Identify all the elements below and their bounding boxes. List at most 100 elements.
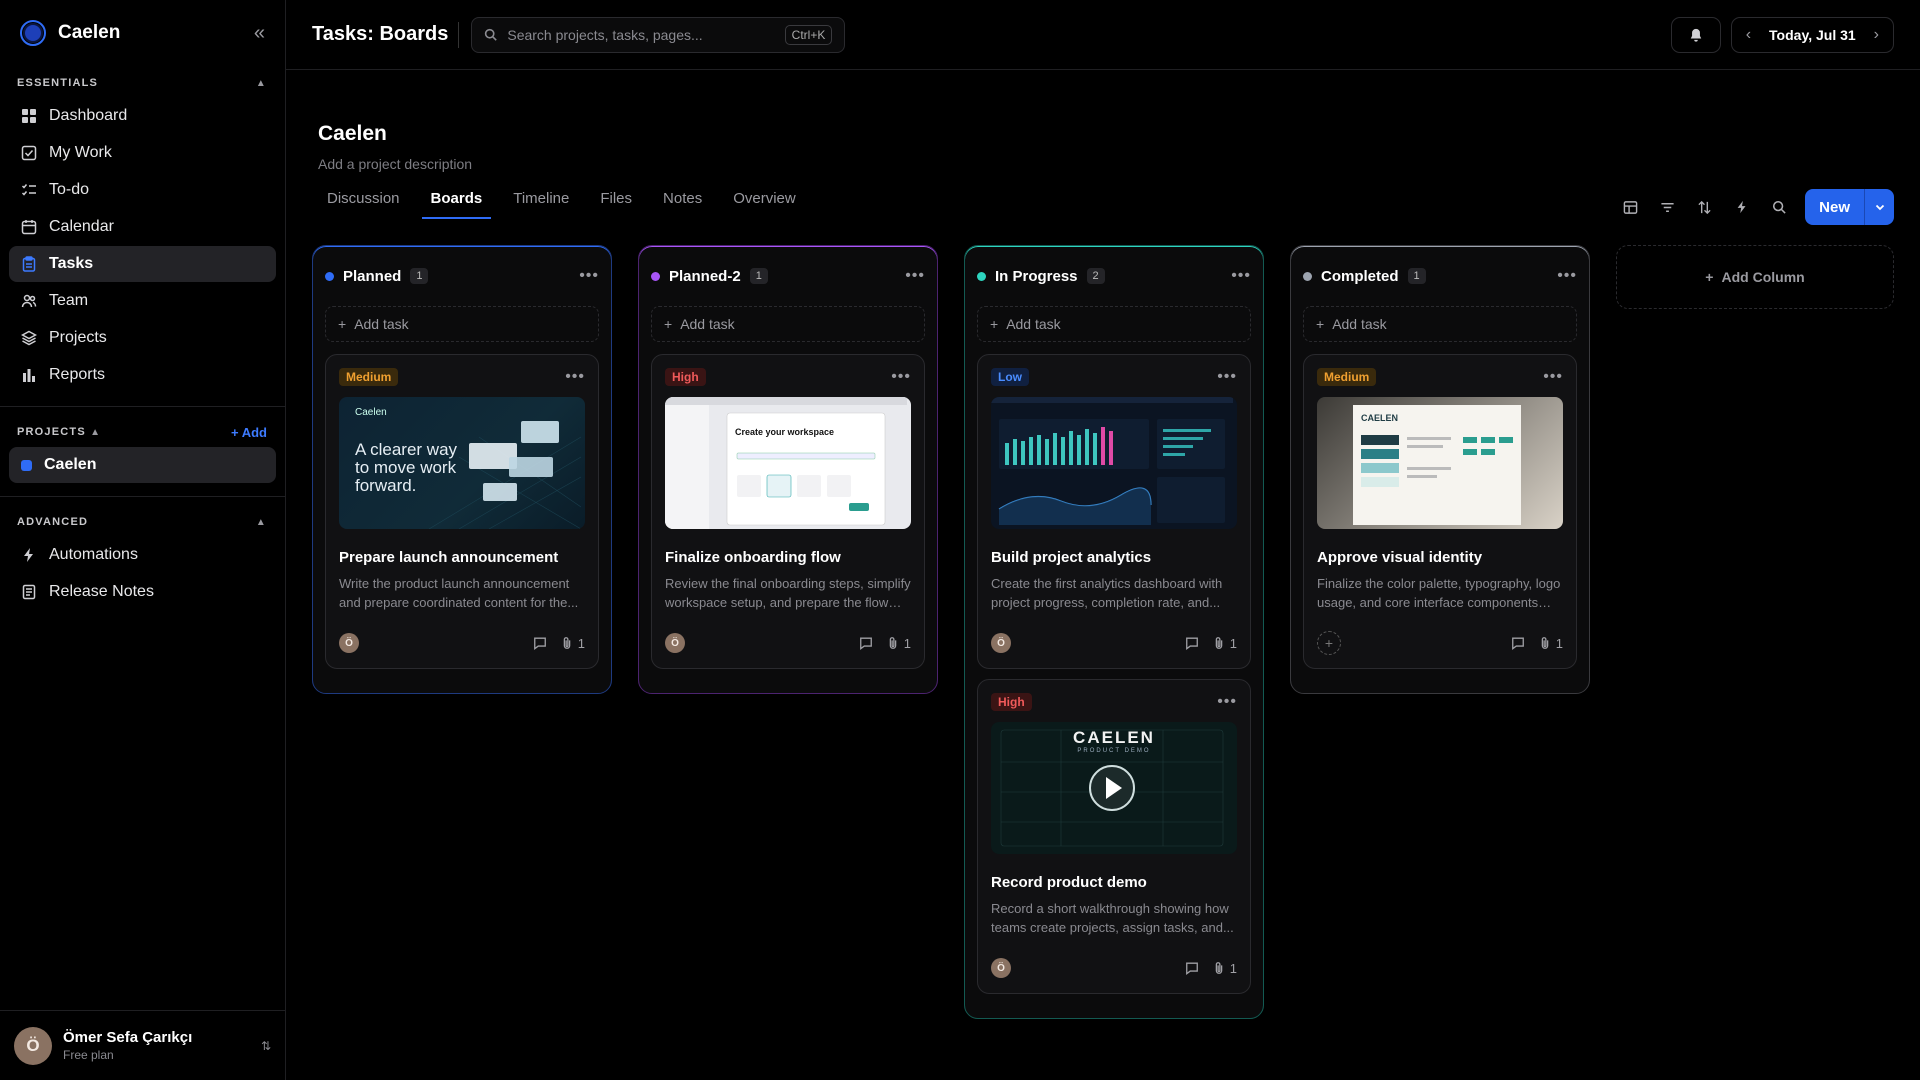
board-search-button[interactable] <box>1760 189 1797 225</box>
sort-icon <box>1698 200 1711 214</box>
automation-button[interactable] <box>1723 189 1760 225</box>
calendar-icon <box>21 220 37 235</box>
column-header: Planned-2 1 ••• <box>651 246 925 306</box>
essentials-section-header[interactable]: ESSENTIALS ▲ <box>0 72 285 94</box>
user-info: Ömer Sefa Çarıkçı Free plan <box>63 1029 192 1062</box>
sidebar-item-tasks[interactable]: Tasks <box>9 246 276 282</box>
attachments[interactable]: 1 <box>561 636 585 651</box>
sidebar-item-label: Calendar <box>49 218 114 235</box>
task-card[interactable]: High ••• CAELEN PRODUCT DEMO Record prod… <box>977 679 1251 994</box>
tab-notes[interactable]: Notes <box>654 190 711 219</box>
comment-icon[interactable] <box>533 636 547 650</box>
project-color-dot <box>21 459 32 471</box>
comment-icon[interactable] <box>1185 636 1199 650</box>
layout-button[interactable] <box>1612 189 1649 225</box>
comment-icon[interactable] <box>1511 636 1525 650</box>
attachments[interactable]: 1 <box>887 636 911 651</box>
more-options-icon[interactable]: ••• <box>565 368 585 386</box>
task-card[interactable]: Medium ••• Caelen A clearer way to move … <box>325 354 599 669</box>
task-card[interactable]: Medium ••• CAELEN Approve visual identit… <box>1303 354 1577 669</box>
kanban-board: Planned 1 ••• + Add task Medium ••• Caele… <box>312 245 1894 1019</box>
sidebar-item-my-work[interactable]: My Work <box>9 135 276 171</box>
chevron-up-icon[interactable]: ▲ <box>256 78 267 89</box>
sidebar-item-label: Reports <box>49 366 106 383</box>
new-button[interactable]: New <box>1805 189 1864 225</box>
sidebar-item-project-caelen[interactable]: Caelen <box>9 447 276 483</box>
avatar[interactable]: Ö <box>991 958 1011 978</box>
sidebar-item-label: Dashboard <box>49 107 128 124</box>
add-task-button[interactable]: + Add task <box>325 306 599 342</box>
avatar[interactable]: Ö <box>665 633 685 653</box>
tab-files[interactable]: Files <box>591 190 641 219</box>
priority-badge: High <box>665 368 706 386</box>
attachments[interactable]: 1 <box>1539 636 1563 651</box>
sidebar-item-label: Caelen <box>44 456 97 473</box>
card-meta: 1 <box>1185 636 1237 651</box>
sidebar-item-team[interactable]: Team <box>9 283 276 319</box>
sidebar-item-reports[interactable]: Reports <box>9 357 276 393</box>
sidebar-item-dashboard[interactable]: Dashboard <box>9 98 276 134</box>
search-icon <box>1772 200 1786 214</box>
column-header: Completed 1 ••• <box>1303 246 1577 306</box>
more-options-icon[interactable]: ••• <box>891 368 911 386</box>
card-footer: + 1 <box>1317 631 1563 655</box>
more-options-icon[interactable]: ••• <box>1217 368 1237 386</box>
more-options-icon[interactable]: ••• <box>905 267 925 285</box>
assign-user-button[interactable]: + <box>1317 631 1341 655</box>
add-project-button[interactable]: + Add <box>231 425 267 440</box>
more-options-icon[interactable]: ••• <box>579 267 599 285</box>
chevron-right-icon[interactable]: › <box>1874 26 1879 44</box>
chevron-up-icon[interactable]: ▲ <box>256 517 267 528</box>
chevron-up-icon[interactable]: ▲ <box>90 427 101 438</box>
tab-overview[interactable]: Overview <box>724 190 805 219</box>
avatar[interactable]: Ö <box>339 633 359 653</box>
status-dot <box>977 271 986 281</box>
chevron-down-icon <box>1875 204 1884 211</box>
comment-icon[interactable] <box>859 636 873 650</box>
paperclip-icon <box>889 637 897 649</box>
search-input[interactable] <box>507 26 775 43</box>
current-date[interactable]: Today, Jul 31 <box>1769 27 1856 43</box>
paperclip-icon <box>1541 637 1549 649</box>
user-profile[interactable]: Ö Ömer Sefa Çarıkçı Free plan ⇅ <box>0 1010 285 1080</box>
add-column-button[interactable]: + Add Column <box>1616 245 1894 309</box>
sidebar-item-to-do[interactable]: To-do <box>9 172 276 208</box>
column-header: Planned 1 ••• <box>325 246 599 306</box>
chevron-up-down-icon[interactable]: ⇅ <box>261 1039 271 1053</box>
column-count: 1 <box>749 268 768 284</box>
avatar[interactable]: Ö <box>991 633 1011 653</box>
sidebar-item-calendar[interactable]: Calendar <box>9 209 276 245</box>
task-card[interactable]: Low ••• Build project analytics Create t… <box>977 354 1251 669</box>
add-task-button[interactable]: + Add task <box>651 306 925 342</box>
task-card[interactable]: High ••• Create your workspace Finalize … <box>651 354 925 669</box>
add-task-button[interactable]: + Add task <box>977 306 1251 342</box>
attachments[interactable]: 1 <box>1213 961 1237 976</box>
more-options-icon[interactable]: ••• <box>1217 693 1237 711</box>
add-task-label: Add task <box>1006 316 1061 332</box>
add-task-button[interactable]: + Add task <box>1303 306 1577 342</box>
search-box[interactable]: Ctrl+K <box>471 16 846 53</box>
more-options-icon[interactable]: ••• <box>1231 267 1251 285</box>
bolt-icon <box>24 548 33 562</box>
projects-section-header: PROJECTS ▲ + Add <box>0 421 285 443</box>
attachment-count: 1 <box>577 635 585 651</box>
advanced-section-header[interactable]: ADVANCED ▲ <box>0 511 285 533</box>
collapse-sidebar-icon[interactable]: « <box>254 22 265 45</box>
notifications-button[interactable] <box>1670 16 1721 53</box>
chevron-left-icon[interactable]: ‹ <box>1746 26 1751 44</box>
sort-button[interactable] <box>1686 189 1723 225</box>
tab-discussion[interactable]: Discussion <box>318 190 409 219</box>
sidebar-item-projects[interactable]: Projects <box>9 320 276 356</box>
attachments[interactable]: 1 <box>1213 636 1237 651</box>
project-description[interactable]: Add a project description <box>318 156 1920 172</box>
clipboard-icon <box>22 256 36 272</box>
sidebar-item-automations[interactable]: Automations <box>9 537 276 573</box>
tab-boards[interactable]: Boards <box>421 190 492 219</box>
more-options-icon[interactable]: ••• <box>1543 368 1563 386</box>
more-options-icon[interactable]: ••• <box>1557 267 1577 285</box>
tab-timeline[interactable]: Timeline <box>504 190 578 219</box>
comment-icon[interactable] <box>1185 961 1199 975</box>
sidebar-item-release-notes[interactable]: Release Notes <box>9 574 276 610</box>
filter-button[interactable] <box>1649 189 1686 225</box>
new-dropdown-button[interactable] <box>1864 189 1894 225</box>
